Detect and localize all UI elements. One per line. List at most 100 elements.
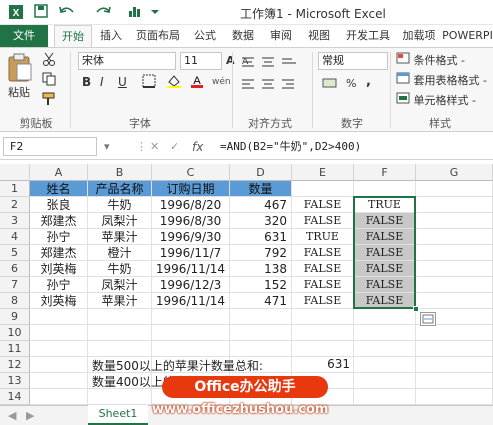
table-cell[interactable]: 刘英梅 <box>30 261 88 277</box>
column-header-d[interactable]: D <box>230 164 292 181</box>
row-header-3[interactable]: 3 <box>0 213 30 229</box>
table-cell[interactable]: 牛奶 <box>88 261 152 277</box>
column-header-f[interactable]: F <box>354 164 416 181</box>
cell[interactable] <box>416 197 493 213</box>
summary-value-apple-juice[interactable]: 631 <box>292 357 350 371</box>
cell[interactable] <box>416 277 493 293</box>
row-header-10[interactable]: 10 <box>0 325 30 341</box>
column-header-g[interactable]: G <box>416 164 493 181</box>
enter-icon[interactable]: ✓ <box>170 139 179 155</box>
font-name-select[interactable]: 宋体 <box>78 52 176 70</box>
bold-button[interactable]: B <box>82 74 91 90</box>
cell[interactable] <box>416 293 493 309</box>
table-cell[interactable]: 凤梨汁 <box>88 277 152 293</box>
formula-input[interactable]: =AND(B2="牛奶",D2>400) <box>220 138 361 155</box>
column-header-c[interactable]: C <box>152 164 230 181</box>
border-icon[interactable] <box>142 74 156 93</box>
table-cell[interactable]: FALSE <box>354 293 416 309</box>
table-cell[interactable]: 320 <box>230 213 292 229</box>
row-header-7[interactable]: 7 <box>0 277 30 293</box>
table-cell[interactable]: FALSE <box>292 261 354 277</box>
cell[interactable] <box>30 389 88 405</box>
cell[interactable] <box>292 325 354 341</box>
cell[interactable] <box>88 389 152 405</box>
phonetic-button[interactable]: wén <box>212 74 231 90</box>
table-cell[interactable]: 631 <box>230 229 292 245</box>
font-size-select[interactable]: 11 <box>180 52 222 70</box>
cell[interactable] <box>416 341 493 357</box>
tab-review[interactable]: 审阅 <box>264 25 298 47</box>
quick-analysis-icon[interactable] <box>420 312 436 326</box>
cancel-icon[interactable]: ✕ <box>150 139 159 155</box>
font-color-icon[interactable]: A <box>190 74 204 93</box>
table-cell[interactable]: 刘英梅 <box>30 293 88 309</box>
cell[interactable] <box>354 181 416 197</box>
undo-icon[interactable] <box>58 4 76 20</box>
comma-button[interactable]: , <box>366 74 371 90</box>
cell[interactable] <box>354 309 416 325</box>
cell[interactable] <box>230 309 292 325</box>
table-cell[interactable]: 471 <box>230 293 292 309</box>
cell[interactable] <box>30 325 88 341</box>
next-sheet-icon[interactable]: ▶ <box>26 408 34 424</box>
italic-button[interactable]: I <box>100 74 104 90</box>
cell-styles-button[interactable]: 单元格样式 - <box>396 92 476 109</box>
grow-font-button[interactable]: A <box>226 53 235 69</box>
row-header-2[interactable]: 2 <box>0 197 30 213</box>
cell[interactable] <box>230 341 292 357</box>
cell[interactable] <box>30 373 88 389</box>
cell[interactable] <box>416 357 493 373</box>
row-header-1[interactable]: 1 <box>0 181 30 197</box>
table-cell[interactable]: FALSE <box>292 245 354 261</box>
table-header-cell[interactable]: 产品名称 <box>88 181 152 197</box>
save-icon[interactable] <box>34 4 48 20</box>
cell[interactable] <box>354 341 416 357</box>
tab-developer[interactable]: 开发工具 <box>340 25 396 47</box>
select-all-corner[interactable] <box>0 164 30 181</box>
row-header-9[interactable]: 9 <box>0 309 30 325</box>
table-cell[interactable]: FALSE <box>292 213 354 229</box>
table-cell[interactable]: 苹果汁 <box>88 293 152 309</box>
table-cell[interactable]: FALSE <box>292 277 354 293</box>
cell[interactable] <box>292 181 354 197</box>
row-header-8[interactable]: 8 <box>0 293 30 309</box>
align-top-icon[interactable] <box>240 56 300 75</box>
table-cell[interactable]: 1996/11/7 <box>152 245 230 261</box>
insert-function-button[interactable]: fx <box>192 140 203 154</box>
underline-button[interactable]: U <box>118 74 127 90</box>
name-box[interactable]: F2 <box>3 137 97 156</box>
cell[interactable] <box>416 245 493 261</box>
fill-handle[interactable] <box>413 306 419 312</box>
table-cell[interactable]: 苹果汁 <box>88 229 152 245</box>
table-cell[interactable]: 孙宁 <box>30 229 88 245</box>
tab-page-layout[interactable]: 页面布局 <box>130 25 186 47</box>
cell[interactable] <box>416 229 493 245</box>
copy-icon[interactable] <box>42 72 56 91</box>
tab-insert[interactable]: 插入 <box>94 25 128 47</box>
paste-button[interactable]: 粘贴 <box>6 52 34 99</box>
table-cell[interactable]: 橙汁 <box>88 245 152 261</box>
more-options-icon[interactable]: ⋮ <box>136 139 147 155</box>
cell[interactable] <box>354 357 416 373</box>
chart-icon[interactable] <box>128 4 142 20</box>
redo-icon[interactable] <box>94 4 112 20</box>
cell[interactable] <box>88 325 152 341</box>
quick-access-dropdown-icon[interactable] <box>150 4 160 20</box>
table-cell[interactable]: 牛奶 <box>88 197 152 213</box>
cell[interactable] <box>416 213 493 229</box>
table-header-cell[interactable]: 数量 <box>230 181 292 197</box>
cell[interactable] <box>416 373 493 389</box>
table-header-cell[interactable]: 姓名 <box>30 181 88 197</box>
tab-formulas[interactable]: 公式 <box>188 25 222 47</box>
format-as-table-button[interactable]: 套用表格格式 - <box>396 72 487 89</box>
conditional-format-button[interactable]: 条件格式 - <box>396 52 465 69</box>
align-left-icon[interactable] <box>240 78 300 97</box>
table-cell[interactable]: 1996/11/14 <box>152 261 230 277</box>
name-box-dropdown-icon[interactable]: ▾ <box>104 139 110 155</box>
table-cell[interactable]: 1996/11/14 <box>152 293 230 309</box>
percent-button[interactable]: % <box>346 76 356 92</box>
table-cell[interactable]: FALSE <box>354 229 416 245</box>
table-cell[interactable]: 郑建杰 <box>30 213 88 229</box>
cell[interactable] <box>88 309 152 325</box>
cell[interactable] <box>292 341 354 357</box>
